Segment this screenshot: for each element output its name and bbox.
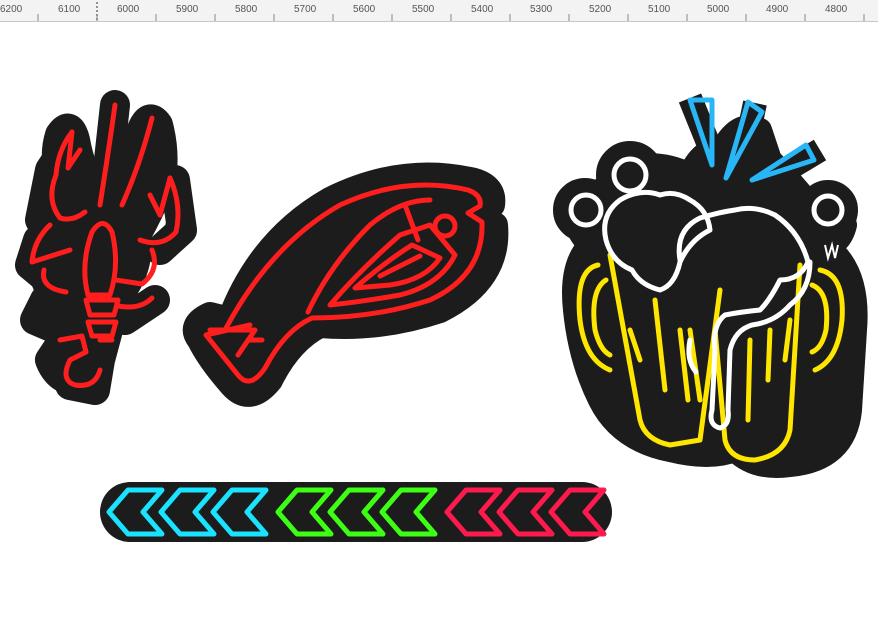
ruler-label: 5000 [707, 4, 730, 15]
ruler-label: 5200 [589, 4, 612, 15]
ruler-label: 5500 [412, 4, 435, 15]
lobster-graphic[interactable] [15, 90, 197, 405]
chevron-arrows-graphic[interactable] [100, 482, 612, 542]
ruler-label: 6100 [58, 4, 81, 15]
horizontal-ruler[interactable]: 6200 6100 6000 5900 5800 5700 5600 5500 … [0, 0, 878, 22]
ruler-label: 5800 [235, 4, 258, 15]
ruler-label: 5700 [294, 4, 317, 15]
ruler-label: 5400 [471, 4, 494, 15]
beer-mugs-graphic[interactable] [553, 93, 868, 478]
ruler-label: 5600 [353, 4, 376, 15]
ruler-label: 6000 [117, 4, 140, 15]
ruler-label: 5900 [176, 4, 199, 15]
ruler-label: 6200 [0, 4, 23, 15]
artwork-svg [15, 90, 868, 542]
design-canvas[interactable] [0, 22, 878, 622]
ruler-label: 5300 [530, 4, 553, 15]
ruler-label: 4800 [825, 4, 848, 15]
fish-graphic[interactable] [182, 162, 509, 407]
ruler-label: 4900 [766, 4, 789, 15]
ruler-label: 5100 [648, 4, 671, 15]
